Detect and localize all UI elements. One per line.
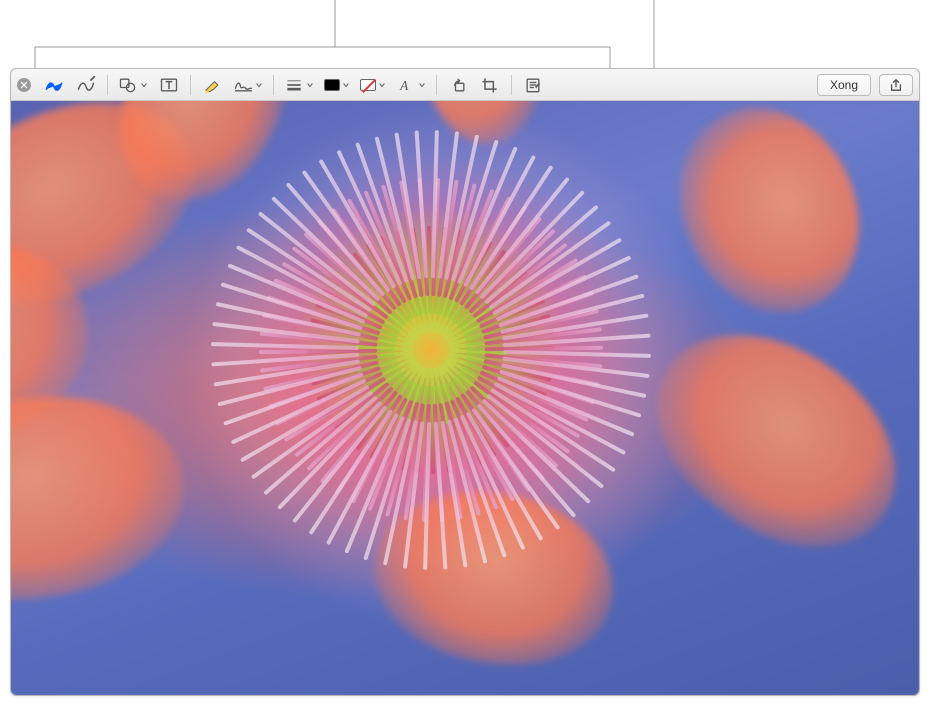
text-box-icon	[159, 76, 179, 94]
font-style-tool[interactable]: A	[392, 73, 430, 97]
separator	[190, 75, 191, 95]
chevron-down-icon	[378, 81, 386, 89]
crop-icon	[480, 76, 500, 94]
chevron-down-icon	[255, 81, 263, 89]
close-icon	[20, 81, 28, 89]
markup-toolbar: A	[11, 69, 919, 101]
preview-window: A	[10, 68, 920, 696]
stroke-color-tool[interactable]	[356, 73, 390, 97]
fill-color-swatch-icon	[324, 79, 340, 91]
stroke-color-swatch-icon	[360, 79, 376, 91]
separator	[511, 75, 512, 95]
sketch-icon	[44, 76, 64, 94]
text-tool[interactable]	[154, 73, 184, 97]
shapes-tool[interactable]	[114, 73, 152, 97]
notepad-icon	[523, 76, 543, 94]
draw-tool[interactable]	[71, 73, 101, 97]
line-weight-icon	[284, 76, 304, 94]
annotation-callouts	[0, 0, 931, 68]
image-canvas[interactable]	[11, 101, 919, 695]
done-button[interactable]: Xong	[817, 74, 871, 96]
signature-icon	[233, 76, 253, 94]
image-description-tool[interactable]	[518, 73, 548, 97]
font-icon: A	[396, 76, 416, 94]
rotate-icon	[448, 76, 468, 94]
line-style-tool[interactable]	[280, 73, 318, 97]
separator	[273, 75, 274, 95]
rotate-tool[interactable]	[443, 73, 473, 97]
share-icon	[889, 78, 903, 92]
crop-tool[interactable]	[475, 73, 505, 97]
draw-icon	[76, 76, 96, 94]
chevron-down-icon	[342, 81, 350, 89]
close-button[interactable]	[17, 78, 31, 92]
sketch-tool[interactable]	[39, 73, 69, 97]
separator	[436, 75, 437, 95]
share-button[interactable]	[879, 74, 913, 96]
sign-tool[interactable]	[229, 73, 267, 97]
done-button-label: Xong	[830, 78, 858, 92]
shapes-icon	[118, 76, 138, 94]
separator	[107, 75, 108, 95]
chevron-down-icon	[140, 81, 148, 89]
svg-text:A: A	[399, 78, 409, 93]
highlight-tool[interactable]	[197, 73, 227, 97]
chevron-down-icon	[418, 81, 426, 89]
fill-color-tool[interactable]	[320, 73, 354, 97]
chevron-down-icon	[306, 81, 314, 89]
flower-center	[429, 350, 430, 351]
highlighter-icon	[202, 76, 222, 94]
